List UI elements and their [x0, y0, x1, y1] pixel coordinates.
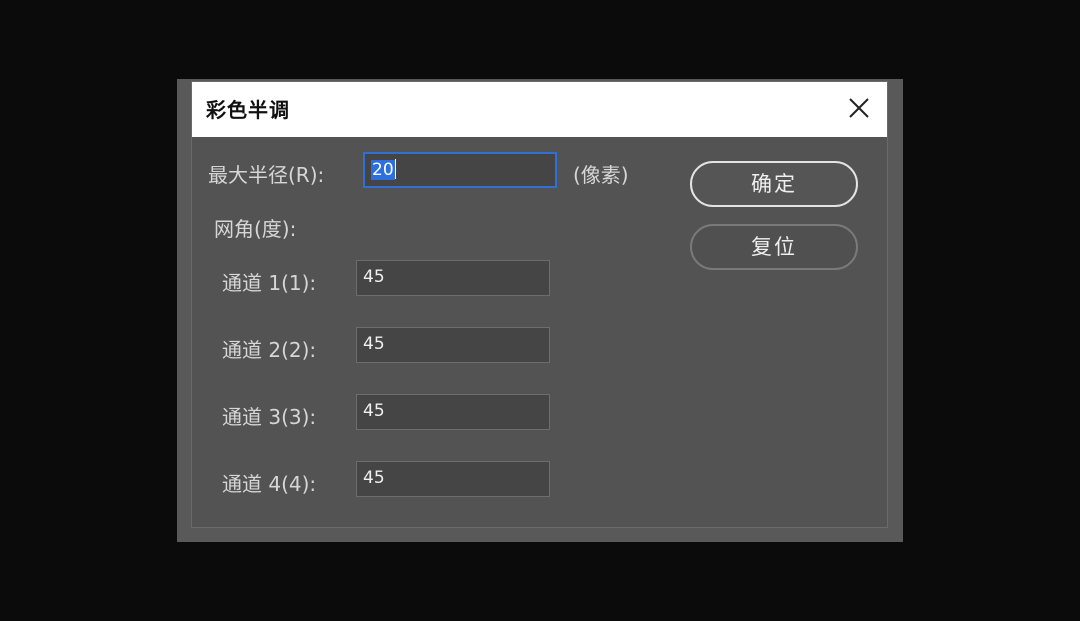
text-caret — [394, 159, 396, 179]
screen-angles-label: 网角(度): — [214, 217, 297, 241]
title-bar: 彩色半调 — [192, 82, 887, 137]
ok-button[interactable]: 确定 — [690, 161, 858, 207]
reset-button[interactable]: 复位 — [690, 224, 858, 270]
channel-4-label: 通道 4(4): — [222, 472, 317, 496]
close-icon — [849, 98, 869, 118]
max-radius-input[interactable]: 20 — [363, 152, 557, 188]
channel-1-label: 通道 1(1): — [222, 271, 317, 295]
channel-1-input[interactable]: 45 — [356, 260, 550, 296]
channel-3-input[interactable]: 45 — [356, 394, 550, 430]
max-radius-value: 20 — [371, 160, 395, 180]
channel-3-label: 通道 3(3): — [222, 405, 317, 429]
channel-2-label: 通道 2(2): — [222, 338, 317, 362]
close-button[interactable] — [847, 96, 871, 120]
channel-4-input[interactable]: 45 — [356, 461, 550, 497]
max-radius-unit: (像素) — [573, 163, 629, 187]
color-halftone-dialog: 彩色半调 最大半径(R): 20 (像素) 网角(度): 通道 1(1): 45… — [191, 81, 888, 528]
max-radius-label: 最大半径(R): — [208, 163, 325, 187]
dialog-title: 彩色半调 — [206, 98, 290, 122]
channel-2-input[interactable]: 45 — [356, 327, 550, 363]
